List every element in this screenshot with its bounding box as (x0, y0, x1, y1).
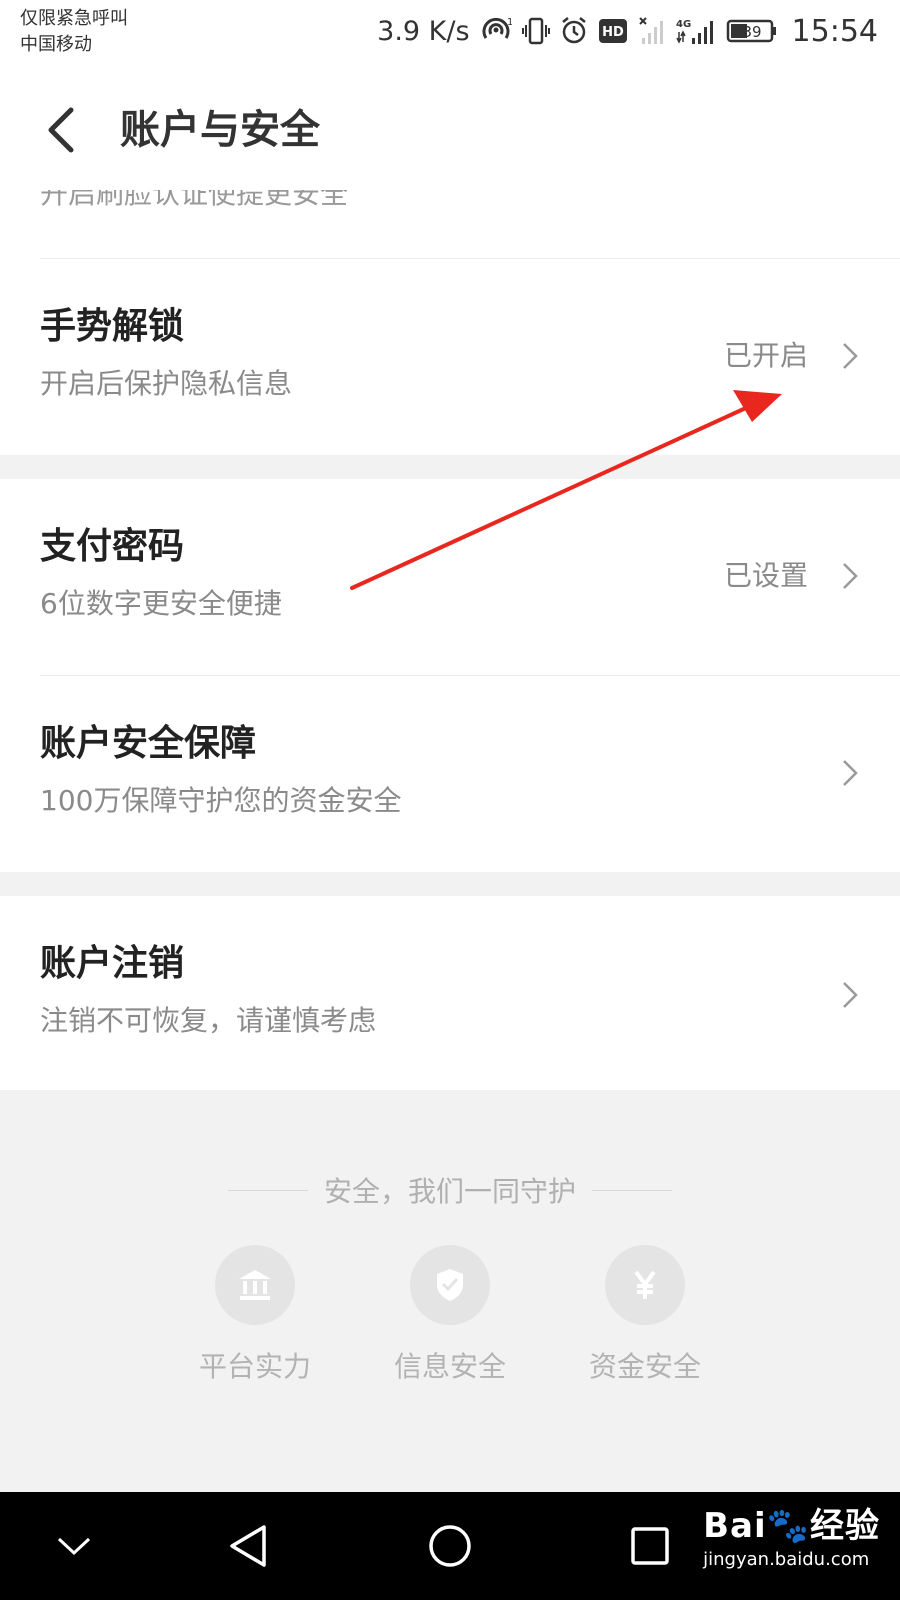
vibrate-icon (521, 16, 550, 46)
divider (592, 1189, 672, 1191)
status-bar: 仅限紧急呼叫 中国移动 3.9 K/s 1 HD 4G 39 15:54 (0, 0, 900, 70)
network-speed: 3.9 K/s (377, 15, 470, 47)
chevron-right-icon (838, 975, 862, 1015)
no-signal-icon (638, 16, 666, 46)
hotspot-icon: 1 (480, 16, 512, 46)
page-header: 账户与安全 (0, 70, 900, 190)
payment-password-title: 支付密码 (40, 526, 185, 567)
battery-level: 39 (742, 23, 761, 41)
system-nav-bar: Bai🐾经验 jingyan.baidu.com (0, 1492, 900, 1600)
home-circle-icon (429, 1525, 471, 1567)
feature-fund-security: 资金安全 (565, 1245, 725, 1385)
chevron-right-icon (838, 753, 862, 793)
chevron-right-icon (838, 336, 862, 376)
divider (227, 1189, 308, 1191)
security-tagline: 安全，我们一同守护 (323, 1175, 576, 1208)
network-type-label: 4G (676, 19, 691, 30)
hd-badge-text: HD (602, 25, 624, 40)
gesture-unlock-subtitle: 开启后保护隐私信息 (40, 367, 293, 400)
section-gap (0, 455, 900, 479)
nav-hide-button[interactable] (44, 1516, 104, 1576)
carrier-info: 仅限紧急呼叫 中国移动 (20, 6, 128, 58)
security-footer: 安全，我们一同守护 平台实力 信息安全 资金安全 (0, 1090, 900, 1492)
face-auth-row-partial[interactable]: 开启刷脸认证使提更安全 (0, 190, 900, 258)
status-icons: 3.9 K/s 1 HD 4G 39 15:54 (377, 12, 878, 50)
page-title: 账户与安全 (120, 107, 320, 153)
back-button[interactable] (28, 98, 92, 162)
payment-password-status: 已设置 (723, 559, 808, 592)
chevron-down-icon (57, 1537, 91, 1556)
baidu-jingyan-watermark: Bai🐾经验 jingyan.baidu.com (703, 1498, 880, 1570)
back-arrow-icon (48, 107, 74, 153)
svg-text:1: 1 (507, 17, 512, 28)
nav-back-button[interactable] (218, 1516, 278, 1576)
gesture-unlock-row[interactable]: 手势解锁 开启后保护隐私信息 已开启 (0, 259, 900, 455)
account-protection-subtitle: 100万保障守护您的资金安全 (40, 784, 402, 817)
nav-recents-button[interactable] (620, 1516, 680, 1576)
section-gap (0, 872, 900, 896)
alarm-icon (560, 16, 588, 46)
feature-fund-security-label: 资金安全 (588, 1350, 701, 1383)
payment-password-subtitle: 6位数字更安全便捷 (40, 587, 282, 620)
signal-icon: 4G (676, 16, 716, 46)
bank-icon (215, 1245, 295, 1325)
account-cancel-row[interactable]: 账户注销 注销不可恢复，请谨慎考虑 (0, 896, 900, 1090)
chevron-right-icon (838, 556, 862, 596)
hd-icon: HD (598, 18, 628, 44)
watermark-url: jingyan.baidu.com (703, 1549, 870, 1570)
gesture-unlock-title: 手势解锁 (40, 306, 185, 347)
feature-info-security: 信息安全 (370, 1245, 530, 1385)
battery-icon: 39 (726, 16, 778, 46)
nav-home-button[interactable] (420, 1516, 480, 1576)
tagline-block: 安全，我们一同守护 (0, 1170, 900, 1210)
watermark-logo: Bai🐾经验 (703, 1506, 880, 1546)
account-cancel-title: 账户注销 (40, 943, 185, 984)
recents-square-icon (631, 1527, 669, 1565)
face-auth-subtitle: 开启刷脸认证使提更安全 (40, 190, 349, 210)
gesture-unlock-status: 已开启 (723, 339, 808, 372)
feature-platform-label: 平台实力 (198, 1350, 311, 1383)
carrier-emergency-text: 仅限紧急呼叫 (20, 8, 128, 29)
feature-info-security-label: 信息安全 (393, 1350, 506, 1383)
feature-platform: 平台实力 (175, 1245, 335, 1385)
clock: 15:54 (791, 13, 878, 49)
account-protection-row[interactable]: 账户安全保障 100万保障守护您的资金安全 (0, 676, 900, 872)
payment-password-row[interactable]: 支付密码 6位数字更安全便捷 已设置 (0, 479, 900, 675)
yuan-icon (605, 1245, 685, 1325)
shield-check-icon (410, 1245, 490, 1325)
account-protection-title: 账户安全保障 (40, 723, 257, 764)
carrier-name: 中国移动 (20, 34, 92, 55)
account-cancel-subtitle: 注销不可恢复，请谨慎考虑 (40, 1004, 377, 1037)
back-triangle-icon (230, 1525, 266, 1567)
